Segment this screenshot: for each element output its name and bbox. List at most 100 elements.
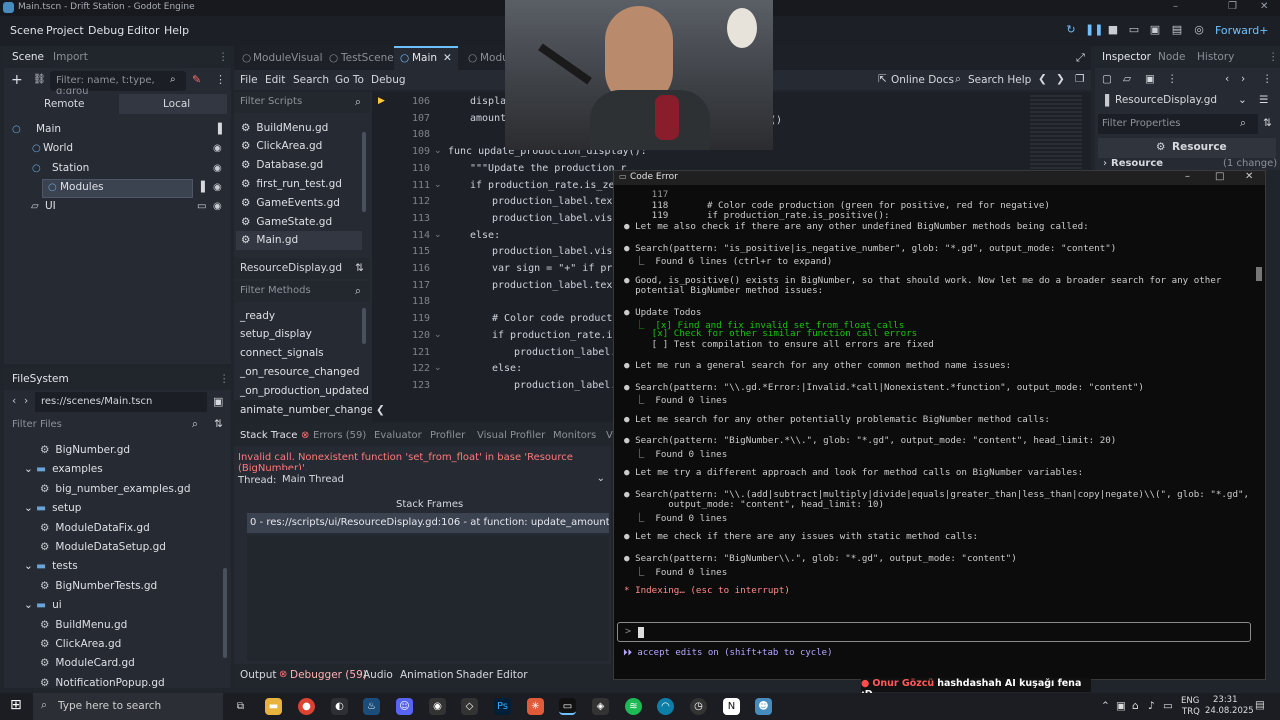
stack-frame-row[interactable]: 0 - res://scripts/ui/ResourceDisplay.gd:…: [247, 513, 609, 533]
script-menu-file[interactable]: File: [240, 74, 258, 86]
chevron-down-icon[interactable]: ⌄: [24, 463, 36, 475]
split-view-icon[interactable]: ▣: [213, 395, 223, 408]
github-desktop-icon[interactable]: ◈: [592, 698, 609, 715]
volume-icon[interactable]: ♪: [1148, 700, 1155, 712]
fold-arrow-icon[interactable]: ⌄: [434, 146, 442, 156]
tab-scene[interactable]: Scene: [12, 51, 44, 63]
script-filter-icon[interactable]: ✎: [192, 73, 201, 86]
canvas-layer-icon[interactable]: ▭: [197, 201, 206, 212]
terminal-taskbar-icon[interactable]: ▭: [559, 698, 576, 715]
chevron-down-icon[interactable]: ⌄: [24, 599, 36, 611]
script-list-scrollbar[interactable]: [362, 132, 366, 212]
local-tab[interactable]: Local: [119, 94, 227, 114]
clock-app-icon[interactable]: ◷: [690, 698, 707, 715]
filter-properties-input[interactable]: Filter Properties: [1098, 114, 1258, 134]
godot-taskbar-icon[interactable]: ☻: [755, 698, 772, 715]
script-item[interactable]: ⚙ Main.gd: [236, 230, 362, 250]
node-station[interactable]: Station: [52, 162, 89, 174]
sort-icon[interactable]: ⇅: [1263, 117, 1272, 129]
dock-menu-icon[interactable]: ⋮: [218, 51, 229, 63]
method-item[interactable]: connect_signals: [236, 344, 362, 363]
edge-icon[interactable]: ◠: [657, 698, 674, 715]
reload-icon[interactable]: ↻: [1064, 23, 1078, 37]
menu-editor[interactable]: Editor: [127, 24, 160, 37]
file-item[interactable]: ⚙ BuildMenu.gd: [40, 619, 127, 631]
menu-project[interactable]: Project: [46, 24, 84, 37]
minimize-icon[interactable]: –: [1185, 171, 1190, 182]
tab-visual-profiler[interactable]: Visual Profiler: [477, 430, 545, 441]
close-icon[interactable]: ✕: [1260, 1, 1268, 12]
steam-icon[interactable]: ♨: [363, 698, 380, 715]
terminal-scrollbar[interactable]: [1256, 267, 1262, 281]
maximize-icon[interactable]: ❐: [1228, 1, 1237, 12]
tab-monitors[interactable]: Monitors: [553, 430, 596, 441]
chevron-down-icon[interactable]: ⌄: [24, 560, 36, 572]
visibility-eye-icon[interactable]: ◉: [213, 182, 222, 193]
tab-evaluator[interactable]: Evaluator: [374, 430, 422, 441]
back-icon[interactable]: ‹: [12, 395, 16, 407]
method-item[interactable]: animate_number_change: [236, 400, 373, 419]
script-icon[interactable]: ▐: [214, 124, 222, 135]
file-item[interactable]: ⌄ ▬ ui: [24, 599, 62, 611]
prev-script-icon[interactable]: ❮: [1038, 73, 1047, 85]
taskbar-search[interactable]: ⌕ Type here to search: [33, 693, 223, 720]
sort-icon[interactable]: ⇅: [214, 418, 223, 430]
dock-menu-icon[interactable]: ⋮: [1268, 51, 1279, 63]
file-item[interactable]: ⚙ ModuleCard.gd: [40, 657, 135, 669]
tab-audio[interactable]: Audio: [363, 669, 393, 681]
tab-testscene[interactable]: TestScene: [341, 52, 394, 64]
method-item[interactable]: _ready: [236, 306, 362, 325]
file-item[interactable]: ⚙ BigNumber.gd: [40, 444, 130, 456]
node-main[interactable]: Main: [36, 123, 61, 135]
tab-import[interactable]: Import: [53, 51, 88, 63]
file-item[interactable]: ⚙ NotificationPopup.gd: [40, 677, 165, 688]
tray-overflow-icon[interactable]: ⌃: [1101, 700, 1110, 712]
new-resource-icon[interactable]: ▢: [1102, 73, 1112, 85]
chrome-icon[interactable]: ●: [298, 698, 315, 715]
script-item[interactable]: ⚙ Database.gd: [236, 156, 362, 175]
tab-inspector[interactable]: Inspector: [1102, 51, 1151, 63]
script-menu-edit[interactable]: Edit: [265, 74, 285, 86]
fold-arrow-icon[interactable]: ⌄: [434, 180, 442, 190]
file-item[interactable]: ⚙ BigNumberTests.gd: [40, 580, 157, 592]
discord-icon[interactable]: ☺: [396, 698, 413, 715]
play-custom-icon[interactable]: ▤: [1170, 23, 1184, 37]
file-item[interactable]: ⚙ big_number_examples.gd: [40, 483, 190, 495]
battery-icon[interactable]: ▭: [1163, 700, 1173, 712]
history-back-icon[interactable]: ‹: [1225, 73, 1229, 85]
chevron-down-icon[interactable]: ⌄: [24, 502, 36, 514]
tab-node[interactable]: Node: [1158, 51, 1185, 63]
link-icon[interactable]: ⛓: [33, 74, 46, 85]
scene-menu-icon[interactable]: ⋮: [215, 73, 226, 86]
close-tab-icon[interactable]: ✕: [443, 52, 452, 64]
script-item[interactable]: ⚙ BuildMenu.gd: [236, 118, 362, 137]
github-icon[interactable]: ◉: [429, 698, 446, 715]
inspected-resource[interactable]: ResourceDisplay.gd: [1115, 94, 1217, 106]
chevron-down-icon[interactable]: ⌄: [1238, 94, 1247, 106]
remote-tab[interactable]: Remote: [8, 94, 119, 114]
node-world[interactable]: World: [43, 142, 73, 154]
tab-debugger[interactable]: Debugger (59): [290, 669, 367, 681]
search-help-button[interactable]: Search Help: [968, 74, 1031, 86]
node-ui[interactable]: UI: [45, 200, 56, 212]
task-view-icon[interactable]: ⧉: [232, 698, 249, 715]
stop-icon[interactable]: ■: [1106, 23, 1120, 37]
claude-icon[interactable]: ✳: [527, 698, 544, 715]
language-indicator[interactable]: ENG: [1181, 696, 1199, 706]
script-item[interactable]: ⚙ GameEvents.gd: [236, 193, 362, 212]
notifications-icon[interactable]: ▤: [1255, 699, 1265, 711]
script-icon[interactable]: ▐: [197, 182, 205, 193]
property-options-icon[interactable]: ☰: [1259, 94, 1268, 106]
maximize-icon[interactable]: □: [1215, 171, 1224, 182]
file-item[interactable]: ⌄ ▬ tests: [24, 560, 78, 572]
filter-methods-input[interactable]: Filter Methods: [234, 281, 370, 302]
history-forward-icon[interactable]: ›: [1241, 73, 1245, 85]
file-filter-input[interactable]: Filter Files: [8, 416, 206, 434]
filter-scripts-input[interactable]: Filter Scripts: [234, 92, 370, 113]
tab-modulevisual[interactable]: ModuleVisual: [253, 52, 323, 64]
file-explorer-icon[interactable]: ▬: [265, 698, 282, 715]
open-folder-icon[interactable]: ▱: [1123, 73, 1131, 85]
fold-arrow-icon[interactable]: ⌄: [434, 330, 442, 340]
thread-select[interactable]: Main Thread ⌄: [278, 470, 609, 490]
add-node-icon[interactable]: +: [11, 72, 23, 88]
